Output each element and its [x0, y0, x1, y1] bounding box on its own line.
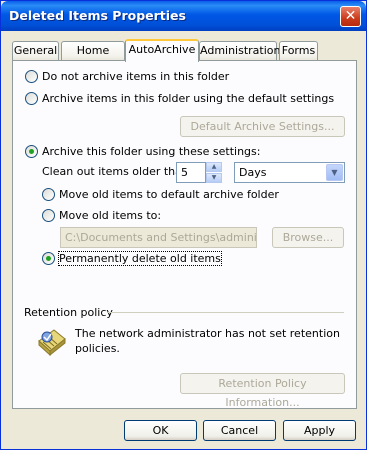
retention-divider	[108, 312, 344, 313]
autoarchive-panel: Do not archive items in this folder Arch…	[12, 60, 357, 409]
radio-archive-default[interactable]: Archive items in this folder using the d…	[25, 92, 334, 105]
radio-archive-these-settings[interactable]: Archive this folder using these settings…	[25, 145, 260, 158]
window-title: Deleted Items Properties	[9, 8, 186, 23]
ok-button[interactable]: OK	[124, 420, 197, 441]
browse-button[interactable]: Browse...	[272, 227, 344, 248]
radio-circle[interactable]	[25, 70, 38, 83]
radio-permanently-delete[interactable]: Permanently delete old items	[42, 251, 222, 266]
radio-label: Move old items to:	[59, 209, 162, 222]
retention-message-line2: policies.	[75, 342, 120, 355]
radio-move-default[interactable]: Move old items to default archive folder	[42, 188, 279, 201]
age-unit-select[interactable]: Days ▼	[234, 162, 345, 183]
age-input[interactable]: 5	[176, 162, 206, 183]
radio-move-to[interactable]: Move old items to:	[42, 209, 161, 222]
retention-policy-icon	[38, 329, 66, 357]
age-unit-value: Days	[239, 166, 267, 179]
archive-path-field[interactable]: C:\Documents and Settings\administrato	[60, 227, 257, 248]
radio-circle[interactable]	[42, 188, 55, 201]
radio-label: Do not archive items in this folder	[42, 70, 230, 83]
properties-dialog: Deleted Items Properties ✕ General Home …	[0, 0, 367, 450]
title-bar[interactable]: Deleted Items Properties ✕	[1, 1, 366, 31]
radio-label: Archive items in this folder using the d…	[42, 92, 335, 105]
retention-message-line1: The network administrator has not set re…	[75, 327, 340, 340]
radio-circle[interactable]	[25, 92, 38, 105]
cancel-button[interactable]: Cancel	[203, 420, 276, 441]
radio-circle[interactable]	[25, 145, 38, 158]
tab-administration[interactable]: Administration	[199, 41, 281, 61]
radio-do-not-archive[interactable]: Do not archive items in this folder	[25, 70, 229, 83]
tab-autoarchive[interactable]: AutoArchive	[125, 39, 199, 62]
tab-label: AutoArchive	[128, 43, 196, 56]
chevron-down-icon[interactable]: ▼	[326, 164, 343, 181]
clean-out-label: Clean out items older than	[42, 165, 189, 178]
tab-label: General	[13, 44, 58, 57]
spin-down-icon[interactable]: ▼	[206, 173, 222, 183]
spin-up-icon[interactable]: ▲	[206, 162, 222, 172]
radio-circle[interactable]	[42, 209, 55, 222]
tab-general[interactable]: General	[12, 41, 59, 61]
radio-label: Archive this folder using these settings…	[42, 145, 261, 158]
tab-forms[interactable]: Forms	[279, 41, 318, 61]
close-button[interactable]: ✕	[340, 6, 361, 27]
close-icon: ✕	[344, 8, 357, 24]
age-spinner[interactable]: ▲ ▼	[206, 162, 222, 183]
radio-label: Move old items to default archive folder	[59, 188, 279, 201]
tab-label: Forms	[281, 44, 316, 57]
radio-label: Permanently delete old items	[58, 251, 222, 266]
tab-label: Administration	[200, 44, 281, 57]
retention-policy-info-button[interactable]: Retention Policy Information...	[180, 373, 345, 409]
tab-home-page[interactable]: Home Page	[61, 41, 125, 75]
apply-button[interactable]: Apply	[283, 420, 356, 441]
retention-heading: Retention policy	[24, 306, 113, 319]
default-archive-settings-button[interactable]: Default Archive Settings...	[180, 116, 345, 137]
radio-circle[interactable]	[42, 252, 55, 265]
